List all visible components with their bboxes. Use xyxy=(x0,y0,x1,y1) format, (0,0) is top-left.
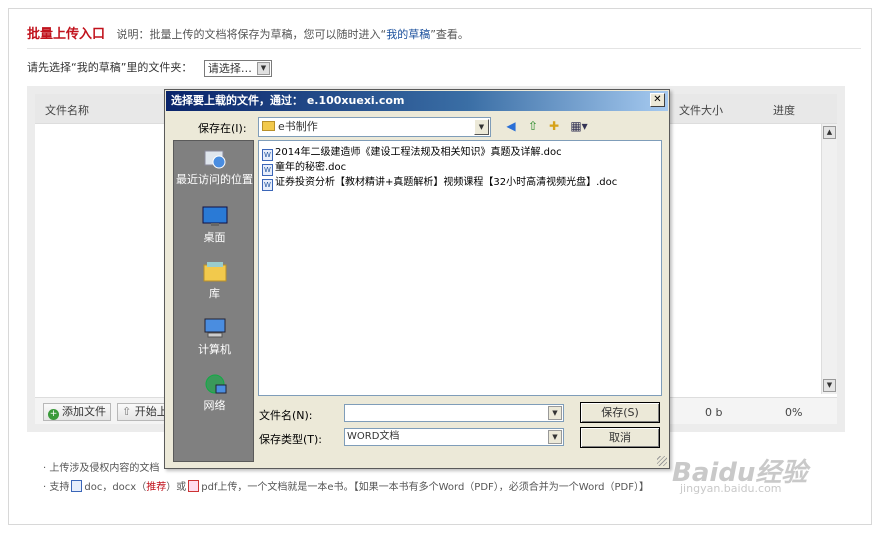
total-size-value: 0 b xyxy=(705,406,723,419)
places-bar: 最近访问的位置 桌面 库 计算机 网络 xyxy=(173,140,254,462)
note-formats-or: ）或 xyxy=(166,482,187,493)
folder-select-row: 请先选择“我的草稿”里的文件夹： 请选择… ▼ xyxy=(27,59,272,77)
file-name: 2014年二级建造师《建设工程法规及相关知识》真题及详解.doc xyxy=(275,147,562,158)
folder-select-label: 请先选择“我的草稿”里的文件夹： xyxy=(27,61,193,74)
add-file-button[interactable]: + 添加文件 xyxy=(43,403,111,421)
view-menu-icon[interactable]: ▦▾ xyxy=(568,117,590,135)
recent-places-icon xyxy=(204,150,225,169)
description-suffix: ”查看。 xyxy=(430,28,469,41)
start-upload-label: 开始上 xyxy=(134,405,168,418)
network-icon xyxy=(205,374,226,394)
up-folder-icon[interactable]: ⇧ xyxy=(524,117,542,135)
computer-icon xyxy=(204,318,225,338)
word-doc-icon xyxy=(71,480,83,492)
pdf-icon xyxy=(188,480,200,492)
place-desktop[interactable]: 桌面 xyxy=(174,205,255,244)
dialog-titlebar[interactable]: 选择要上载的文件，通过： e.100xuexi.com xyxy=(166,91,668,111)
scroll-down-icon[interactable]: ▼ xyxy=(823,379,836,392)
page-header: 批量上传入口 说明：批量上传的文档将保存为草稿，您可以随时进入“我的草稿”查看。 xyxy=(27,23,861,49)
word-doc-icon: W xyxy=(262,179,273,191)
look-in-value: e书制作 xyxy=(278,120,318,133)
file-list[interactable]: W 2014年二级建造师《建设工程法规及相关知识》真题及详解.doc W 童年的秘密… xyxy=(258,140,662,396)
file-name: 证券投资分析【教材精讲+真题解析】视频课程【32小时高清视频光盘】.doc xyxy=(275,177,618,188)
place-recent[interactable]: 最近访问的位置 xyxy=(174,147,255,186)
place-label: 库 xyxy=(209,287,220,300)
filetype-label: 保存类型(T): xyxy=(259,433,323,446)
chevron-down-icon[interactable]: ▼ xyxy=(474,119,489,135)
new-folder-icon[interactable]: ✚ xyxy=(545,117,563,135)
add-file-label: 添加文件 xyxy=(62,405,106,418)
chevron-down-icon[interactable]: ▼ xyxy=(548,406,562,420)
filetype-select[interactable]: WORD文档 ▼ xyxy=(344,428,564,446)
word-doc-icon: W xyxy=(262,164,273,176)
file-item[interactable]: W 证券投资分析【教材精讲+真题解析】视频课程【32小时高清视频光盘】.doc xyxy=(262,176,617,191)
dialog-title: 选择要上载的文件，通过： e.100xuexi.com xyxy=(171,94,405,107)
place-label: 计算机 xyxy=(198,343,231,356)
filename-label: 文件名(N): xyxy=(259,409,313,422)
page-description: 说明：批量上传的文档将保存为草稿，您可以随时进入“我的草稿”查看。 xyxy=(117,28,469,41)
scroll-up-icon[interactable]: ▲ xyxy=(823,126,836,139)
filename-input[interactable]: ▼ xyxy=(344,404,564,422)
page-title: 批量上传入口 xyxy=(27,27,106,42)
place-computer[interactable]: 计算机 xyxy=(174,317,255,356)
chevron-down-icon[interactable]: ▼ xyxy=(548,430,562,444)
filetype-value: WORD文档 xyxy=(347,431,400,442)
close-icon[interactable]: ✕ xyxy=(650,93,665,107)
desktop-icon xyxy=(202,206,227,226)
total-progress-value: 0% xyxy=(785,406,803,419)
note-formats-doc: doc，docx（ xyxy=(84,482,147,493)
folder-select-value: 请选择… xyxy=(207,62,252,75)
word-doc-icon: W xyxy=(262,149,273,161)
resize-grip[interactable] xyxy=(657,456,667,466)
note-formats-prefix: · 支持 xyxy=(43,482,70,493)
look-in-combo[interactable]: e书制作 ▼ xyxy=(258,117,491,137)
folder-select[interactable]: 请选择… ▼ xyxy=(203,60,272,77)
cancel-button[interactable]: 取消 xyxy=(580,427,660,448)
place-network[interactable]: 网络 xyxy=(174,373,255,412)
upload-arrow-icon: ⇧ xyxy=(122,405,135,418)
file-item[interactable]: W 童年的秘密.doc xyxy=(262,161,346,176)
plus-icon: + xyxy=(48,409,59,420)
column-filesize: 文件大小 xyxy=(679,104,723,117)
back-icon[interactable]: ◀ xyxy=(502,117,520,135)
save-button[interactable]: 保存(S) xyxy=(580,402,660,423)
note-formats: · 支持 doc，docx（推荐）或 pdf上传，一个文档就是一本e书。【如果一本书… xyxy=(43,478,649,497)
note-recommended: 推荐 xyxy=(146,482,167,493)
place-libraries[interactable]: 库 xyxy=(174,261,255,300)
file-name: 童年的秘密.doc xyxy=(275,162,347,173)
chevron-down-icon[interactable]: ▼ xyxy=(256,62,270,75)
libraries-icon xyxy=(203,262,226,282)
place-label: 网络 xyxy=(203,399,226,412)
file-item[interactable]: W 2014年二级建造师《建设工程法规及相关知识》真题及详解.doc xyxy=(262,146,562,161)
folder-icon xyxy=(262,121,275,131)
look-in-label: 保存在(I): xyxy=(198,122,247,135)
column-filename: 文件名称 xyxy=(45,104,89,117)
place-label: 桌面 xyxy=(203,231,226,244)
place-label: 最近访问的位置 xyxy=(176,173,253,186)
my-drafts-link[interactable]: 我的草稿 xyxy=(386,28,430,41)
description-text: 说明：批量上传的文档将保存为草稿，您可以随时进入“ xyxy=(116,28,387,41)
file-open-dialog: 选择要上载的文件，通过： e.100xuexi.com ✕ 保存在(I): e书… xyxy=(164,89,670,469)
watermark-url: jingyan.baidu.com xyxy=(680,482,782,495)
note-formats-pdf: pdf上传，一个文档就是一本e书。【如果一本书有多个Word（PDF），必须合并… xyxy=(201,482,649,493)
table-scrollbar[interactable]: ▲ ▼ xyxy=(821,124,837,394)
column-progress: 进度 xyxy=(773,104,795,117)
